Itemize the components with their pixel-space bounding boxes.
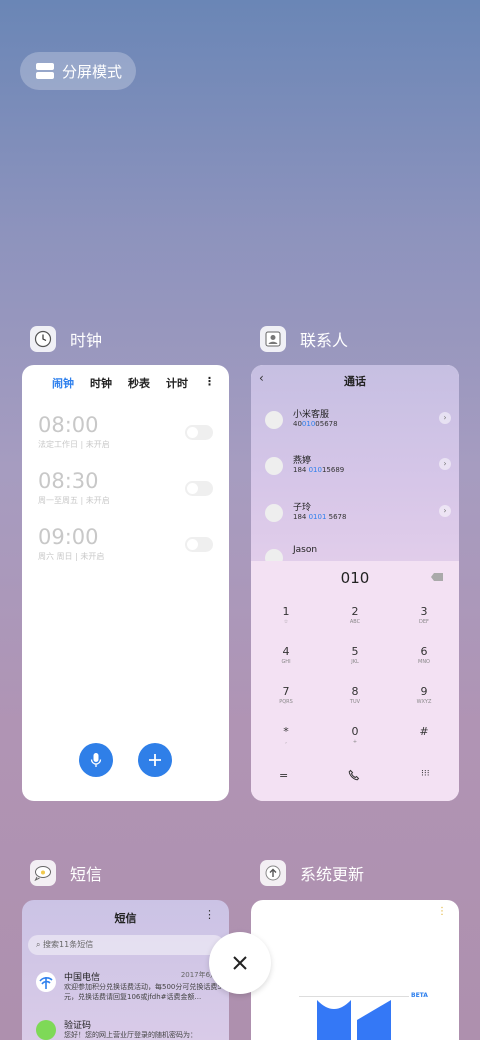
sms-search-input[interactable]: ⌕ 搜索11条短信 [28, 935, 224, 955]
contact-name: 小米客服 [293, 410, 330, 420]
alarm-toggle[interactable] [185, 537, 213, 552]
contact-row[interactable]: 子玲 184 0101 5678 › [265, 500, 451, 530]
split-screen-label: 分屏模式 [62, 62, 123, 81]
contact-number: 184 0101 5678 [293, 513, 347, 521]
chevron-right-icon[interactable]: › [439, 458, 451, 470]
message-item[interactable]: 中国电信 2017年6月30 欢迎参加积分兑换话费活动，每500分可兑换话费5元… [36, 970, 226, 1014]
update-app-name: 系统更新 [300, 865, 365, 884]
dial-key-5[interactable]: 5 JKL [330, 645, 380, 665]
split-screen-icon [36, 63, 54, 79]
contacts-app-card[interactable]: ‹ 通话 小米客服 4001005678 › 燕婷 184 01015689 ›… [251, 365, 459, 801]
dial-key-0[interactable]: 0 + [330, 725, 380, 745]
dial-key-9[interactable]: 9 WXYZ [399, 685, 449, 705]
dialpad: 010 1 ☆ 2 ABC 3 DEF 4 GHI 5 JKL 6 MNO 7 PQRS 8T… [251, 561, 459, 801]
dial-key-star[interactable]: *, [261, 725, 311, 745]
more-menu-icon[interactable]: ⋮ [437, 906, 447, 917]
avatar [265, 504, 283, 522]
sms-app-icon [30, 860, 56, 886]
alarm-toggle[interactable] [185, 425, 213, 440]
alarm-desc: 周一至周五 | 未开启 [38, 496, 110, 505]
contact-name: 子玲 [293, 503, 312, 513]
search-icon: ⌕ [36, 940, 44, 949]
dial-key-3[interactable]: 3 DEF [399, 605, 449, 625]
dial-key-8[interactable]: 8 TUV [330, 685, 380, 705]
menu-icon[interactable]: = [279, 769, 288, 782]
tab-timer[interactable]: 计时 [166, 375, 188, 391]
chevron-right-icon[interactable]: › [439, 412, 451, 424]
contacts-app-name: 联系人 [300, 331, 349, 350]
dialed-number: 010 [340, 569, 370, 587]
dial-key-2[interactable]: 2 ABC [330, 605, 380, 625]
dial-key-4[interactable]: 4 GHI [261, 645, 311, 665]
close-icon [233, 956, 247, 970]
message-preview: 您好！您的网上营业厅登录的随机密码为： [64, 1031, 197, 1039]
tab-clock[interactable]: 时钟 [90, 375, 112, 391]
sms-app-card[interactable]: 短信 ⋮ ⌕ 搜索11条短信 中国电信 2017年6月30 欢迎参加积分兑换话费… [22, 900, 229, 1040]
chevron-right-icon[interactable]: › [439, 505, 451, 517]
message-item[interactable]: 验证码 您好！您的网上营业厅登录的随机密码为： [36, 1018, 226, 1040]
voice-alarm-button[interactable] [79, 743, 113, 777]
sms-app-name: 短信 [70, 865, 103, 884]
dial-key-6[interactable]: 6 MNO [399, 645, 449, 665]
china-telecom-logo-icon [36, 972, 56, 992]
contact-number: 184 01015689 [293, 466, 345, 474]
call-log-panel: ‹ 通话 小米客服 4001005678 › 燕婷 184 01015689 ›… [251, 365, 459, 561]
alarm-item[interactable]: 09:00 周六 周日 | 未开启 [22, 525, 229, 581]
plus-icon [149, 754, 161, 766]
app-header-contacts[interactable]: 联系人 [260, 326, 348, 352]
beta-badge: BETA [411, 992, 428, 999]
tab-stopwatch[interactable]: 秒表 [128, 375, 150, 391]
dial-key-hash[interactable]: # [399, 725, 449, 739]
clock-app-icon [30, 326, 56, 352]
avatar [265, 411, 283, 429]
contact-name: 燕婷 [293, 456, 312, 466]
app-header-system-update[interactable]: 系统更新 [260, 860, 364, 886]
clock-app-card[interactable]: 闹钟 时钟 秒表 计时 ⋮ 08:00 法定工作日 | 未开启 08:30 周一… [22, 365, 229, 801]
sms-title: 短信 [114, 912, 137, 925]
dial-key-1[interactable]: 1 ☆ [261, 605, 311, 625]
dial-key-7[interactable]: 7 PQRS [261, 685, 311, 705]
contact-number: 4001005678 [293, 420, 338, 428]
message-preview: 欢迎参加积分兑换话费活动，每500分可兑换话费5元，兑换话费请回复106或jfd… [64, 983, 222, 1001]
contacts-app-icon [260, 326, 286, 352]
avatar [265, 457, 283, 475]
app-header-sms[interactable]: 短信 [30, 860, 102, 886]
call-title: 通话 [344, 375, 366, 388]
alarm-desc: 法定工作日 | 未开启 [38, 440, 110, 449]
phone-icon[interactable] [348, 769, 360, 784]
alarm-toggle[interactable] [185, 481, 213, 496]
dialpad-grid-icon[interactable]: ⁝⁝⁝ [421, 769, 430, 779]
miui-logo-icon [317, 1000, 391, 1040]
more-menu-icon[interactable]: ⋮ [204, 908, 215, 921]
alarm-desc: 周六 周日 | 未开启 [38, 552, 105, 561]
tab-alarm[interactable]: 闹钟 [52, 375, 74, 391]
contact-row[interactable]: 小米客服 4001005678 › [265, 407, 451, 437]
contact-row[interactable]: 燕婷 184 01015689 › [265, 453, 451, 483]
clear-all-button[interactable] [209, 932, 271, 994]
contact-row[interactable]: Jason [265, 545, 451, 561]
alarm-item[interactable]: 08:00 法定工作日 | 未开启 [22, 413, 229, 469]
update-app-icon [260, 860, 286, 886]
contact-name: Jason [293, 545, 318, 555]
mic-icon [90, 753, 102, 767]
more-menu-icon[interactable]: ⋮ [204, 375, 215, 391]
split-screen-button[interactable]: 分屏模式 [20, 52, 136, 90]
add-alarm-button[interactable] [138, 743, 172, 777]
alarm-item[interactable]: 08:30 周一至周五 | 未开启 [22, 469, 229, 525]
verification-code-icon [36, 1020, 56, 1040]
system-update-card[interactable]: ⋮ BETA [251, 900, 459, 1040]
avatar [265, 549, 283, 561]
app-header-clock[interactable]: 时钟 [30, 326, 102, 352]
clock-tab-bar: 闹钟 时钟 秒表 计时 ⋮ [22, 365, 229, 391]
clock-app-name: 时钟 [70, 331, 103, 350]
